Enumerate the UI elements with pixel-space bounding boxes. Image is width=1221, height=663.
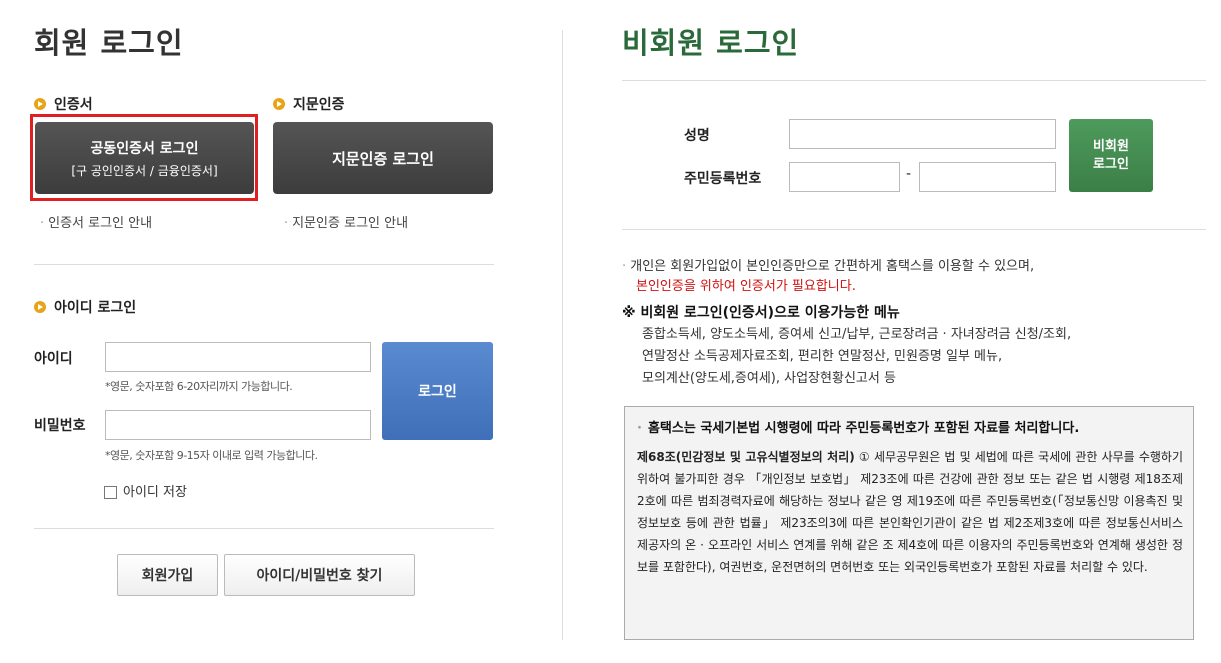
fingerprint-guide-link[interactable]: 지문인증 로그인 안내 (284, 212, 408, 231)
guest-menu-line3: 모의계산(양도세,증여세), 사업장현황신고서 등 (642, 371, 896, 386)
rrn-separator: - (906, 166, 912, 182)
notice-bold: 제68조(민감정보 및 고유식별정보의 처리) (637, 450, 855, 464)
guest-info-line2: 본인인증을 위하여 인증서가 필요합니다. (636, 279, 856, 294)
guest-menu-line1: 종합소득세, 양도소득세, 증여세 신고/납부, 근로장려금 · 자녀장려금 신… (642, 327, 1072, 342)
notice-body: 제68조(민감정보 및 고유식별정보의 처리) ① 세무공무원은 법 및 세법에… (637, 446, 1183, 578)
fingerprint-section-header: 지문인증 (273, 94, 345, 114)
password-label: 비밀번호 (34, 418, 86, 434)
guest-menu-title: ※ 비회원 로그인(인증서)으로 이용가능한 메뉴 (622, 305, 900, 321)
divider (622, 229, 1206, 230)
cert-section-label: 인증서 (54, 97, 93, 113)
cert-login-label: 공동인증서 로그인 (90, 140, 199, 157)
fingerprint-login-label: 지문인증 로그인 (332, 149, 434, 168)
save-id-checkbox[interactable]: 아이디 저장 (104, 481, 187, 500)
login-button[interactable]: 로그인 (382, 342, 493, 440)
guest-login-title: 비회원 로그인 (622, 26, 800, 60)
checkbox-icon[interactable] (104, 486, 117, 499)
rrn-back-input[interactable] (919, 162, 1056, 192)
bullet-icon (34, 301, 46, 313)
cert-login-sublabel: [구 공인인증서 / 금융인증서] (71, 163, 218, 178)
cert-login-button[interactable]: 공동인증서 로그인 [구 공인인증서 / 금융인증서] (35, 122, 254, 194)
rrn-front-input[interactable] (789, 162, 900, 192)
divider (34, 264, 494, 265)
guest-info: · 개인은 회원가입없이 본인인증만으로 간편하게 홈택스를 이용할 수 있으며… (622, 256, 1212, 296)
privacy-notice-box: 홈택스는 국세기본법 시행령에 따라 주민등록번호가 포함된 자료를 처리합니다… (624, 406, 1194, 640)
divider (34, 528, 494, 529)
id-section-header: 아이디 로그인 (34, 297, 136, 317)
rrn-label: 주민등록번호 (684, 171, 762, 187)
find-account-button[interactable]: 아이디/비밀번호 찾기 (224, 554, 415, 596)
guest-menu-line2: 연말정산 소득공제자료조회, 편리한 연말정산, 민원증명 일부 메뉴, (642, 349, 1003, 364)
id-input[interactable] (105, 342, 371, 372)
guest-info-line1: 개인은 회원가입없이 본인인증만으로 간편하게 홈택스를 이용할 수 있으며, (630, 259, 1035, 274)
divider (622, 80, 1206, 81)
member-login-title: 회원 로그인 (34, 26, 184, 60)
cert-section-header: 인증서 (34, 94, 93, 114)
notice-text: ① 세무공무원은 법 및 세법에 따른 국세에 관한 사무를 수행하기 위하여 … (637, 450, 1183, 574)
guest-login-label-1: 비회원 (1093, 138, 1129, 154)
join-button[interactable]: 회원가입 (117, 554, 218, 596)
join-button-label: 회원가입 (141, 568, 194, 584)
fingerprint-login-button[interactable]: 지문인증 로그인 (273, 122, 493, 194)
id-label: 아이디 (34, 351, 73, 367)
find-account-label: 아이디/비밀번호 찾기 (256, 568, 383, 584)
id-hint: *영문, 숫자포함 6-20자리까지 가능합니다. (105, 380, 293, 393)
guest-menu: ※ 비회원 로그인(인증서)으로 이용가능한 메뉴 종합소득세, 양도소득세, … (622, 302, 1212, 390)
guest-login-button[interactable]: 비회원 로그인 (1069, 119, 1153, 192)
vertical-divider (562, 30, 563, 640)
save-id-label: 아이디 저장 (123, 485, 187, 500)
bullet-icon (34, 98, 46, 110)
id-section-label: 아이디 로그인 (54, 300, 137, 316)
password-input[interactable] (105, 410, 371, 440)
fingerprint-section-label: 지문인증 (293, 97, 345, 113)
password-hint: *영문, 숫자포함 9-15자 이내로 입력 가능합니다. (105, 449, 318, 462)
notice-title: 홈택스는 국세기본법 시행령에 따라 주민등록번호가 포함된 자료를 처리합니다… (637, 417, 1183, 436)
bullet-icon (273, 98, 285, 110)
name-label: 성명 (684, 128, 710, 144)
guest-login-label-2: 로그인 (1093, 156, 1129, 172)
login-button-label: 로그인 (418, 384, 457, 400)
name-input[interactable] (789, 119, 1056, 149)
cert-guide-link[interactable]: 인증서 로그인 안내 (40, 212, 152, 231)
